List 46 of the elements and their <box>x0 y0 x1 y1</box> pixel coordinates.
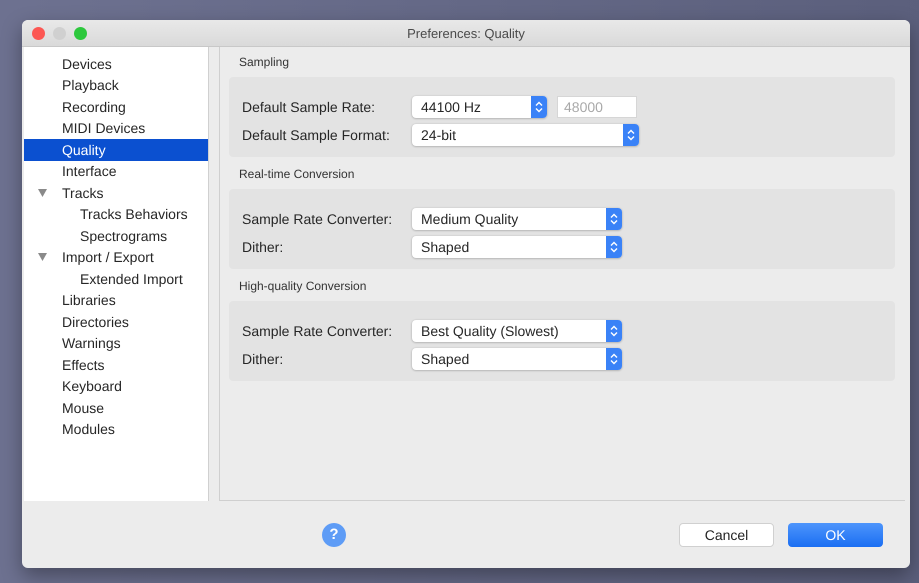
expanded-triangle-icon[interactable] <box>38 253 47 262</box>
stepper-arrows-icon <box>606 348 622 370</box>
sidebar-item[interactable]: Interface <box>24 160 208 182</box>
field-label: Sample Rate Converter: <box>242 323 394 339</box>
ok-button[interactable]: OK <box>788 522 883 546</box>
sidebar-item[interactable]: Quality <box>24 139 208 160</box>
field-label: Default Sample Rate: <box>242 99 376 115</box>
stepper-arrows-icon <box>606 208 622 230</box>
dropdown[interactable]: Shaped <box>412 348 622 370</box>
dropdown[interactable]: 24-bit <box>412 124 639 146</box>
section-heading: Sampling <box>238 55 290 71</box>
window-title: Preferences: Quality <box>407 26 525 40</box>
sidebar-item[interactable]: Spectrograms <box>24 225 208 246</box>
stepper-arrows-icon <box>606 236 622 258</box>
stepper-arrows-icon <box>606 320 622 342</box>
sidebar-item[interactable]: Tracks Behaviors <box>24 204 208 225</box>
dropdown[interactable]: 44100 Hz <box>412 96 547 118</box>
sidebar-item[interactable]: Tracks <box>24 182 208 204</box>
expanded-triangle-icon[interactable] <box>38 188 47 197</box>
sidebar-item[interactable]: Devices <box>24 53 208 74</box>
sidebar-item[interactable]: MIDI Devices <box>24 118 208 139</box>
section-heading: High-quality Conversion <box>238 279 368 295</box>
sidebar-item[interactable]: Playback <box>24 74 208 96</box>
close-button[interactable] <box>32 26 45 40</box>
sidebar-item[interactable]: Effects <box>24 354 208 376</box>
sidebar-item[interactable]: Import / Export <box>24 246 208 268</box>
sidebar-item[interactable]: Keyboard <box>24 376 208 397</box>
stepper-arrows-icon <box>531 96 547 118</box>
cancel-button[interactable]: Cancel <box>679 522 774 546</box>
sidebar-item[interactable]: Modules <box>24 418 208 440</box>
field-label: Dither: <box>242 239 284 255</box>
sidebar-item[interactable]: Mouse <box>24 397 208 418</box>
dropdown[interactable]: Best Quality (Slowest) <box>412 320 622 342</box>
field-label: Sample Rate Converter: <box>242 211 394 227</box>
section-heading: Real-time Conversion <box>238 167 356 183</box>
sidebar-item[interactable]: Warnings <box>24 332 208 354</box>
zoom-button[interactable] <box>74 26 87 40</box>
sidebar-item[interactable]: Extended Import <box>24 268 208 290</box>
field-label: Default Sample Format: <box>242 127 391 143</box>
sidebar-item[interactable]: Libraries <box>24 290 208 311</box>
dropdown[interactable]: Medium Quality <box>412 208 622 230</box>
stepper-arrows-icon <box>623 124 639 146</box>
sidebar-item[interactable]: Recording <box>24 96 208 118</box>
sidebar-item[interactable]: Directories <box>24 311 208 332</box>
dropdown[interactable]: Shaped <box>412 236 622 258</box>
field-label: Dither: <box>242 351 284 367</box>
